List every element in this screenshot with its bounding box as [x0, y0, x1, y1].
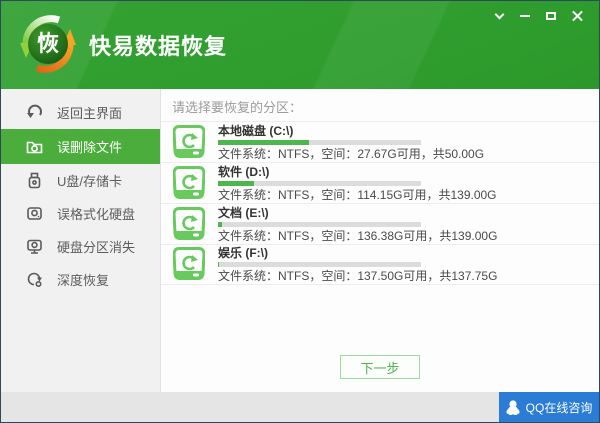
- usage-bar-fill: [218, 180, 255, 186]
- sidebar-item-label: 深度恢复: [57, 273, 110, 288]
- partition-lost-icon: [26, 238, 43, 255]
- sidebar-item-label: 硬盘分区消失: [57, 240, 136, 255]
- next-step-button[interactable]: 下一步: [340, 355, 420, 379]
- sidebar-item-label: U盘/存储卡: [57, 174, 123, 189]
- drive-icon: [173, 165, 205, 199]
- maximize-icon: [546, 12, 556, 20]
- drive-name: 娱乐 (F:\): [218, 246, 268, 260]
- folder-restore-icon: [26, 138, 43, 155]
- sidebar-item-deep-recovery[interactable]: 深度恢复: [1, 263, 160, 296]
- drive-icon: [173, 247, 205, 280]
- drive-row-d[interactable]: 软件 (D:\) 文件系统：NTFS，空间：114.15G可用，共139.00G: [161, 162, 599, 203]
- drive-icon: [173, 206, 205, 240]
- usage-bar-fill: [218, 262, 219, 267]
- sidebar-item-formatted-disk[interactable]: 误格式化硬盘: [1, 197, 160, 230]
- drive-info: 文件系统：NTFS，空间：114.15G可用，共139.00G: [218, 187, 497, 202]
- drive-row-f[interactable]: 娱乐 (F:\) 文件系统：NTFS，空间：137.50G可用，共137.75G: [161, 244, 599, 285]
- select-partition-prompt: 请选择要恢复的分区：: [172, 100, 303, 115]
- return-arrow-icon: [26, 104, 43, 121]
- sidebar-item-return-home[interactable]: 返回主界面: [1, 96, 160, 129]
- drive-name: 文档 (E:\): [218, 205, 269, 220]
- usage-bar: [218, 139, 421, 145]
- usage-bar: [218, 221, 421, 227]
- close-button[interactable]: [567, 8, 587, 24]
- partition-panel: 请选择要恢复的分区： 本地磁盘 (C:\) 文件系统：NTFS，空间：27.67…: [161, 89, 599, 392]
- qq-penguin-icon: [506, 399, 520, 415]
- hard-drive-icon: [26, 205, 43, 222]
- drive-name: 软件 (D:\): [218, 164, 270, 179]
- drive-info: 文件系统：NTFS，空间：27.67G可用，共50.00G: [218, 146, 485, 161]
- sidebar-item-label: 返回主界面: [57, 106, 123, 121]
- title-bar: 恢 快易数据恢复: [1, 1, 599, 89]
- usage-bar: [218, 180, 421, 186]
- menu-dropdown-button[interactable]: [489, 8, 509, 24]
- app-logo-icon: 恢: [19, 15, 77, 73]
- status-bar: QQ在线咨询: [1, 392, 599, 422]
- window-controls: [489, 8, 587, 24]
- app-title: 快易数据恢复: [89, 34, 228, 59]
- drive-info: 文件系统：NTFS，空间：136.38G可用，共139.00G: [218, 228, 498, 243]
- drive-row-e[interactable]: 文档 (E:\) 文件系统：NTFS，空间：136.38G可用，共139.00G: [161, 203, 599, 244]
- minimize-icon: [520, 15, 530, 17]
- sidebar-item-partition-lost[interactable]: 硬盘分区消失: [1, 230, 160, 263]
- drive-icon: [173, 124, 205, 158]
- qq-consult-label: QQ在线咨询: [525, 400, 593, 415]
- sidebar-item-label: 误删除文件: [57, 140, 123, 155]
- app-window: 恢 快易数据恢复 返回主界面 误删除文件 U盘/存储卡 误格式化硬盘 硬盘分区消…: [0, 0, 600, 423]
- usb-drive-icon: [26, 172, 43, 189]
- minimize-button[interactable]: [515, 8, 535, 24]
- sidebar-item-deleted-files[interactable]: 误删除文件: [1, 129, 160, 164]
- logo-character: 恢: [36, 31, 59, 56]
- content-area: 返回主界面 误删除文件 U盘/存储卡 误格式化硬盘 硬盘分区消失 深度恢复 请选…: [1, 89, 599, 392]
- deep-recovery-icon: [26, 271, 43, 288]
- drive-name: 本地磁盘 (C:\): [218, 123, 294, 138]
- logo-sphere: 恢: [28, 24, 68, 64]
- usage-bar-fill: [218, 221, 222, 227]
- qq-consult-button[interactable]: QQ在线咨询: [499, 392, 599, 422]
- sidebar-item-label: 误格式化硬盘: [57, 207, 136, 222]
- sidebar: 返回主界面 误删除文件 U盘/存储卡 误格式化硬盘 硬盘分区消失 深度恢复: [1, 89, 161, 392]
- close-icon: [572, 11, 583, 22]
- maximize-button[interactable]: [541, 8, 561, 24]
- sidebar-item-usb-card[interactable]: U盘/存储卡: [1, 164, 160, 197]
- usage-bar: [218, 262, 421, 267]
- drive-info: 文件系统：NTFS，空间：137.50G可用，共137.75G: [218, 269, 498, 283]
- usage-bar-fill: [218, 139, 309, 145]
- chevron-down-icon: [494, 9, 504, 19]
- drive-row-c[interactable]: 本地磁盘 (C:\) 文件系统：NTFS，空间：27.67G可用，共50.00G: [161, 121, 599, 162]
